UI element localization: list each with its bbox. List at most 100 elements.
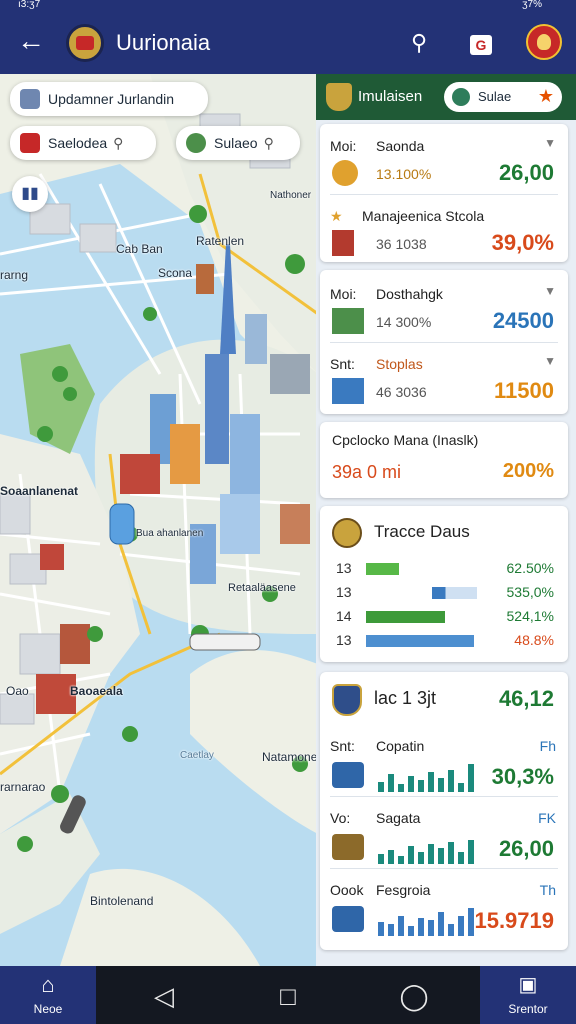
- chevron-down-icon[interactable]: ▼: [544, 354, 556, 368]
- stat-row[interactable]: Snt: Copatin Fh 30,3%: [320, 728, 568, 798]
- stat-label: Snt:: [330, 738, 355, 754]
- stat-value: 30,3%: [491, 764, 554, 789]
- map-filter-chip-right[interactable]: Sulaeo ⚲: [176, 126, 300, 160]
- map-label: rarnarao: [0, 780, 46, 794]
- mini-bar: [428, 844, 434, 864]
- location-icon: [452, 88, 470, 106]
- map-search-chip[interactable]: Updamner Jurlandin: [10, 82, 208, 116]
- mini-bar: [418, 780, 424, 792]
- stats-card-2: Moi: Dosthahgk ▼ 14 300% 24500 Snt: Stop…: [320, 270, 568, 414]
- mini-bar: [448, 770, 454, 792]
- menu-icon: [20, 89, 40, 109]
- back-arrow-icon[interactable]: ←: [14, 26, 48, 60]
- stat-name: Saonda: [376, 138, 425, 154]
- nav-right-button[interactable]: ▣ Srentor: [480, 966, 576, 1024]
- stat-sub: 13.100%: [376, 166, 432, 182]
- mini-bar: [458, 852, 464, 864]
- nav-home-label: Neoe: [33, 1002, 63, 1016]
- house-icon: [332, 308, 364, 334]
- status-time: ı3:ʒ7: [18, 0, 41, 10]
- landmark-icon: [20, 133, 40, 153]
- nav-right-label: Srentor: [508, 1002, 548, 1016]
- trade-row-label: 13: [336, 632, 352, 648]
- panel-header: Imulaisen Sulae ★: [316, 74, 576, 120]
- region-selector[interactable]: Sulae ★: [444, 82, 562, 112]
- panel-title: Imulaisen: [358, 88, 423, 105]
- trade-row: 14 524,1%: [320, 606, 568, 630]
- search-icon[interactable]: ⚲: [402, 26, 436, 60]
- mini-bar: [418, 918, 424, 936]
- map-label: Nathoner: [270, 190, 312, 201]
- star-icon: ★: [330, 208, 343, 224]
- divider: [330, 796, 558, 797]
- map-chip-right-label: Sulaeo: [214, 135, 258, 151]
- stat-row[interactable]: ★ Manajeenica Stcola 36 1038 39,0%: [320, 194, 568, 264]
- mini-bar: [388, 850, 394, 864]
- mini-bar: [408, 926, 414, 936]
- status-battery: ʒ7%: [522, 0, 542, 10]
- map-view[interactable]: Updamner Jurlandin Saelodea ⚲ Sulaeo ⚲ ▮…: [0, 74, 318, 966]
- cast-icon[interactable]: G: [464, 26, 498, 60]
- app-title: Uurionaia: [116, 30, 211, 55]
- trade-bar: [366, 611, 445, 623]
- back-triangle-icon[interactable]: ◁: [146, 978, 182, 1014]
- stat-row[interactable]: Snt: Stoplas ▼ 46 3036 11500: [320, 342, 568, 412]
- trade-bar: [366, 563, 399, 575]
- mini-bar: [468, 764, 474, 792]
- map-label: Caetlay: [180, 750, 214, 761]
- map-label: Retaaläasene: [228, 582, 296, 594]
- bar-chart-icon: ▮▮: [21, 185, 39, 202]
- trade-title: Tracce Daus: [374, 522, 470, 541]
- mini-bar: [448, 842, 454, 864]
- stat-label: Oook: [330, 882, 364, 898]
- map-chip-left-label: Saelodea: [48, 135, 108, 151]
- stat-sub: 46 3036: [376, 384, 427, 400]
- trade-row-value: 535,0%: [506, 584, 554, 600]
- stat-name: Manajeenica Stcola: [362, 208, 485, 224]
- document-icon: ▣: [518, 974, 538, 996]
- chevron-down-icon[interactable]: ▼: [544, 284, 556, 298]
- mini-bar: [448, 924, 454, 936]
- stat-name: Sagata: [376, 810, 421, 826]
- home-square-icon[interactable]: □: [270, 978, 306, 1014]
- stat-value: 15.9719: [474, 908, 554, 933]
- map-filter-chip-left[interactable]: Saelodea ⚲: [10, 126, 156, 160]
- stat-value: 26,00: [498, 836, 554, 861]
- map-search-text: Updamner Jurlandin: [48, 91, 175, 107]
- summary-left-value: 39a 0 mi: [332, 462, 402, 482]
- mini-bar: [408, 776, 414, 792]
- castle-icon: [332, 230, 354, 256]
- stat-name: Dosthahgk: [376, 286, 443, 302]
- summary-card[interactable]: Cpclocko Mana (Inaslk) 39a 0 mi 200%: [320, 422, 568, 498]
- stat-row[interactable]: Moi: Dosthahgk ▼ 14 300% 24500: [320, 272, 568, 342]
- stat-row[interactable]: Vo: Sagata FK 26,00: [320, 800, 568, 870]
- sailboat-icon: [332, 762, 364, 788]
- mini-bar: [408, 846, 414, 864]
- mini-bar: [388, 924, 394, 936]
- chevron-down-icon[interactable]: ▼: [544, 136, 556, 150]
- mini-bar: [468, 840, 474, 864]
- chart-toggle-button[interactable]: ▮▮: [12, 176, 48, 212]
- map-label: Ratenlen: [196, 234, 245, 248]
- mini-bar: [428, 772, 434, 792]
- avatar[interactable]: [526, 24, 562, 60]
- trade-row-label: 13: [336, 560, 352, 576]
- stat-row[interactable]: Moi: Saonda ▼ 13.100% 26,00: [320, 124, 568, 194]
- mini-bar: [398, 916, 404, 936]
- divider: [330, 868, 558, 869]
- stat-name: Fesgroia: [376, 882, 431, 898]
- stats-panel: Imulaisen Sulae ★ Moi: Saonda ▼ 13.100% …: [316, 74, 576, 966]
- stat-sub: 36 1038: [376, 236, 427, 252]
- mini-bar: [378, 782, 384, 792]
- trade-row-label: 14: [336, 608, 352, 624]
- stat-row[interactable]: Oook Fesgroia Th 15.9719: [320, 872, 568, 942]
- bottom-nav: ⌂ Neoe ◁ □ ◯ ▣ Srentor: [0, 966, 576, 1024]
- star-icon[interactable]: ★: [538, 86, 554, 107]
- trade-bar: [432, 587, 477, 599]
- medal-icon: [332, 518, 362, 548]
- profile-icon[interactable]: ◯: [396, 978, 432, 1014]
- mini-bar-chart: [378, 762, 474, 792]
- nav-home-button[interactable]: ⌂ Neoe: [0, 966, 96, 1024]
- globe-icon: [186, 133, 206, 153]
- unit-label: Th: [539, 882, 556, 898]
